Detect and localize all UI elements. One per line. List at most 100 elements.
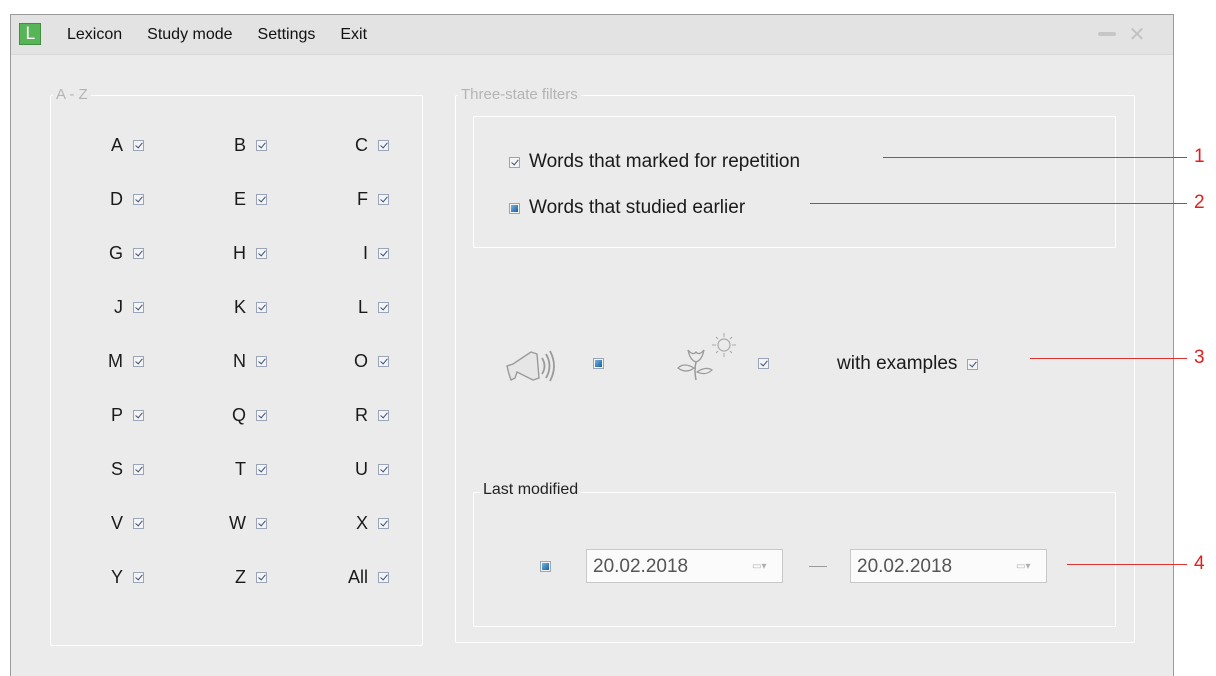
letter-checkbox[interactable] [256,194,267,205]
marked-for-repetition-checkbox[interactable] [509,156,520,168]
letter-checkbox[interactable] [133,572,144,583]
letter-checkbox[interactable] [378,356,389,367]
letter-label: O [353,351,368,371]
marked-for-repetition-row[interactable]: Words that marked for repetition [509,151,800,173]
letter-filter-item[interactable]: B [187,135,267,156]
letter-checkbox[interactable] [378,140,389,151]
date-to-field[interactable]: 20.02.2018 ▭▾ [850,549,1047,583]
letter-filter-item[interactable]: All [309,567,389,588]
letter-label: N [233,351,246,371]
letter-checkbox[interactable] [133,464,144,475]
letter-checkbox[interactable] [378,302,389,313]
annotation-line-3 [1030,358,1187,359]
menu-exit[interactable]: Exit [340,26,367,44]
letter-filter-item[interactable]: M [64,351,144,372]
last-modified-title: Last modified [480,481,582,499]
with-examples-checkbox[interactable] [967,358,979,370]
letter-label: X [355,513,368,533]
minimize-icon[interactable] [1098,32,1116,36]
letter-checkbox[interactable] [256,248,267,259]
letter-filter-item[interactable]: I [309,243,389,264]
letter-checkbox[interactable] [133,410,144,421]
letter-checkbox[interactable] [133,140,144,151]
three-state-filters-title: Three-state filters [458,86,581,103]
letter-checkbox[interactable] [256,572,267,583]
letter-checkbox[interactable] [378,410,389,421]
letter-filter-item[interactable]: L [309,297,389,318]
letter-label: J [114,297,123,317]
letter-filter-item[interactable]: J [64,297,144,318]
letter-label: R [355,405,368,425]
letter-filter-item[interactable]: U [309,459,389,480]
letter-filter-item[interactable]: W [187,513,267,534]
with-examples-label: with examples [837,353,958,374]
letter-filter-item[interactable]: P [64,405,144,426]
letter-filter-item[interactable]: R [309,405,389,426]
marked-for-repetition-label: Words that marked for repetition [529,151,801,172]
letter-checkbox[interactable] [133,248,144,259]
letter-filter-item[interactable]: O [309,351,389,372]
letter-label: F [357,189,368,209]
letter-filter-item[interactable]: G [64,243,144,264]
letter-checkbox[interactable] [256,518,267,529]
menu-lexicon[interactable]: Lexicon [67,26,122,44]
sound-checkbox[interactable] [593,358,604,369]
menu-settings[interactable]: Settings [258,26,316,44]
letter-filter-item[interactable]: Y [64,567,144,588]
letter-filter-item[interactable]: E [187,189,267,210]
letter-checkbox[interactable] [256,410,267,421]
letter-checkbox[interactable] [256,356,267,367]
letter-filter-item[interactable]: Q [187,405,267,426]
letter-filter-item[interactable]: D [64,189,144,210]
annotation-4: 4 [1194,553,1205,574]
letter-filter-item[interactable]: X [309,513,389,534]
date-to-value: 20.02.2018 [857,556,953,577]
last-modified-checkbox[interactable] [540,561,551,572]
date-range-separator [809,566,827,567]
letter-label: M [108,351,123,371]
letter-label: P [110,405,123,425]
date-from-value: 20.02.2018 [593,556,689,577]
letter-filter-item[interactable]: S [64,459,144,480]
letter-filter-item[interactable]: C [309,135,389,156]
menu-study-mode[interactable]: Study mode [147,26,232,44]
studied-earlier-row[interactable]: Words that studied earlier [509,197,745,219]
letter-checkbox[interactable] [378,518,389,529]
close-icon[interactable]: ✕ [1126,24,1148,46]
letter-label: S [110,459,123,479]
annotation-line-1 [883,157,1187,158]
letter-checkbox[interactable] [256,302,267,313]
with-examples-row[interactable]: with examples [837,353,987,375]
letter-label: L [357,297,368,317]
letter-checkbox[interactable] [256,140,267,151]
letter-checkbox[interactable] [378,248,389,259]
letter-label: W [229,513,246,533]
letter-label: E [233,189,246,209]
date-to-dropdown-icon[interactable]: ▭▾ [1016,561,1038,573]
megaphone-icon [506,350,555,382]
letter-label: D [110,189,123,209]
letter-label: K [233,297,246,317]
letter-filter-item[interactable]: N [187,351,267,372]
letter-filter-item[interactable]: A [64,135,144,156]
letter-filter-item[interactable]: T [187,459,267,480]
image-checkbox[interactable] [758,358,769,369]
studied-earlier-checkbox[interactable] [509,202,520,214]
letter-checkbox[interactable] [133,518,144,529]
letter-checkbox[interactable] [133,356,144,367]
word-filters-box [473,116,1116,248]
letter-filter-item[interactable]: H [187,243,267,264]
date-from-dropdown-icon[interactable]: ▭▾ [752,561,774,573]
letter-checkbox[interactable] [133,194,144,205]
letter-checkbox[interactable] [378,464,389,475]
letter-filter-item[interactable]: F [309,189,389,210]
letter-filter-item[interactable]: V [64,513,144,534]
letter-checkbox[interactable] [256,464,267,475]
letter-checkbox[interactable] [133,302,144,313]
date-from-field[interactable]: 20.02.2018 ▭▾ [586,549,783,583]
letter-filter-item[interactable]: K [187,297,267,318]
letter-checkbox[interactable] [378,572,389,583]
studied-earlier-label: Words that studied earlier [529,197,746,218]
letter-filter-item[interactable]: Z [187,567,267,588]
letter-checkbox[interactable] [378,194,389,205]
